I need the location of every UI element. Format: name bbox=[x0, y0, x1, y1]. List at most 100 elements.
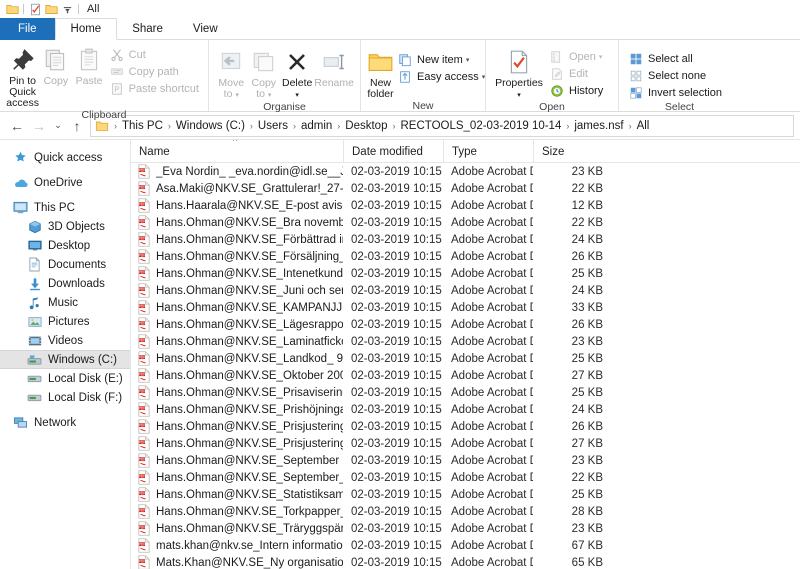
table-row[interactable]: PDF Hans.Ohman@NKV.SE_Bra november - t...… bbox=[131, 214, 800, 231]
sidebar-item-windows-c[interactable]: Windows (C:) bbox=[0, 350, 130, 369]
tab-file[interactable]: File bbox=[0, 18, 55, 40]
table-row[interactable]: PDF Hans.Ohman@NKV.SE_September 2005_... 0… bbox=[131, 452, 800, 469]
sidebar-item-onedrive[interactable]: OneDrive bbox=[0, 173, 130, 192]
sidebar-item-videos[interactable]: Videos bbox=[0, 331, 130, 350]
easy-access-button[interactable]: Easy access ▾ bbox=[394, 68, 488, 85]
breadcrumb-item-users[interactable]: Users bbox=[256, 120, 290, 132]
sidebar-item-quick-access[interactable]: Quick access bbox=[0, 148, 130, 167]
customize-dropdown-icon[interactable] bbox=[60, 2, 74, 16]
table-row[interactable]: PDF _Eva Nordin_ _eva.nordin@idl.se__JÄTT… bbox=[131, 163, 800, 180]
open-button[interactable]: Open ▾ bbox=[546, 48, 606, 65]
breadcrumb-item-rectools[interactable]: RECTOOLS_02-03-2019 10-14 bbox=[398, 120, 563, 132]
breadcrumb-item-all[interactable]: All bbox=[635, 120, 652, 132]
file-name-cell[interactable]: PDF Hans.Ohman@NKV.SE_September 2005_... bbox=[131, 453, 343, 468]
table-row[interactable]: PDF Hans.Ohman@NKV.SE_Statistiksamman... 0… bbox=[131, 486, 800, 503]
file-name-cell[interactable]: PDF Hans.Ohman@NKV.SE_Lägesrapport 28 ... bbox=[131, 317, 343, 332]
file-name-cell[interactable]: PDF Hans.Ohman@NKV.SE_September_30-9-... bbox=[131, 470, 343, 485]
breadcrumb-item-admin[interactable]: admin bbox=[299, 120, 334, 132]
sidebar-item-downloads[interactable]: Downloads bbox=[0, 274, 130, 293]
file-name-cell[interactable]: PDF Hans.Haarala@NKV.SE_E-post avisering_… bbox=[131, 198, 343, 213]
rename-button[interactable]: Rename bbox=[314, 45, 354, 89]
file-name-cell[interactable]: PDF Hans.Ohman@NKV.SE_Prisjustering Xero.… bbox=[131, 419, 343, 434]
file-name-cell[interactable]: PDF Hans.Ohman@NKV.SE_Försäljning_1-12-..… bbox=[131, 249, 343, 264]
select-all-button[interactable]: Select all bbox=[625, 50, 725, 67]
properties-button[interactable]: Properties ▾ bbox=[492, 45, 546, 101]
table-row[interactable]: PDF Hans.Ohman@NKV.SE_Torkpapper_15-1... 0… bbox=[131, 503, 800, 520]
file-name-cell[interactable]: PDF Hans.Ohman@NKV.SE_Prisavisering pap..… bbox=[131, 385, 343, 400]
file-name-cell[interactable]: PDF mats.khan@nkv.se_Intern information_7… bbox=[131, 538, 343, 553]
table-row[interactable]: PDF Mats.Khan@NKV.SE_Ny organisation_17-.… bbox=[131, 554, 800, 569]
file-name-cell[interactable]: PDF Hans.Ohman@NKV.SE_Laminatfickor_21... bbox=[131, 334, 343, 349]
table-row[interactable]: PDF Hans.Ohman@NKV.SE_Juni och senaste ..… bbox=[131, 282, 800, 299]
sidebar-item-documents[interactable]: Documents bbox=[0, 255, 130, 274]
sidebar-item-network[interactable]: Network bbox=[0, 413, 130, 432]
select-none-button[interactable]: Select none bbox=[625, 67, 725, 84]
breadcrumb-item-desktop[interactable]: Desktop bbox=[343, 120, 389, 132]
file-name-cell[interactable]: PDF Hans.Ohman@NKV.SE_Prisjusteringar pe.… bbox=[131, 436, 343, 451]
file-name-cell[interactable]: PDF Hans.Ohman@NKV.SE_Prishöjningar_6-4..… bbox=[131, 402, 343, 417]
table-row[interactable]: PDF Hans.Ohman@NKV.SE_Försäljning_1-12-..… bbox=[131, 248, 800, 265]
column-header-type[interactable]: Type bbox=[443, 140, 533, 163]
table-row[interactable]: PDF Hans.Haarala@NKV.SE_E-post avisering_… bbox=[131, 197, 800, 214]
tab-share[interactable]: Share bbox=[117, 18, 178, 40]
file-name-cell[interactable]: PDF Hans.Ohman@NKV.SE_Oktober 2005_4-1... bbox=[131, 368, 343, 383]
sidebar-item-desktop[interactable]: Desktop bbox=[0, 236, 130, 255]
table-row[interactable]: PDF Hans.Ohman@NKV.SE_September_30-9-... 0… bbox=[131, 469, 800, 486]
file-name-cell[interactable]: PDF Hans.Ohman@NKV.SE_Intenetkunder_14... bbox=[131, 266, 343, 281]
table-row[interactable]: PDF Hans.Ohman@NKV.SE_Prisavisering pap..… bbox=[131, 384, 800, 401]
sidebar-item-local-disk-e[interactable]: Local Disk (E:) bbox=[0, 369, 130, 388]
table-row[interactable]: PDF Asa.Maki@NKV.SE_Grattulerar!_27-9-200… bbox=[131, 180, 800, 197]
file-name-cell[interactable]: PDF Hans.Ohman@NKV.SE_Landkod_ 900 oc... bbox=[131, 351, 343, 366]
file-name-cell[interactable]: PDF Hans.Ohman@NKV.SE_KAMPANJJER SÄL... bbox=[131, 300, 343, 315]
table-row[interactable]: PDF Hans.Ohman@NKV.SE_Träryggspärmar_... 0… bbox=[131, 520, 800, 537]
table-row[interactable]: PDF Hans.Ohman@NKV.SE_KAMPANJJER SÄL... 02… bbox=[131, 299, 800, 316]
file-name-cell[interactable]: PDF Hans.Ohman@NKV.SE_Juni och senaste ..… bbox=[131, 283, 343, 298]
table-row[interactable]: PDF Hans.Ohman@NKV.SE_Prisjustering Xero.… bbox=[131, 418, 800, 435]
table-row[interactable]: PDF mats.khan@nkv.se_Intern information_7… bbox=[131, 537, 800, 554]
new-item-button[interactable]: New item ▾ bbox=[394, 51, 488, 68]
file-name-cell[interactable]: PDF _Eva Nordin_ _eva.nordin@idl.se__JÄTT… bbox=[131, 164, 343, 179]
sidebar-item-music[interactable]: Music bbox=[0, 293, 130, 312]
sidebar-item-this-pc[interactable]: This PC bbox=[0, 198, 130, 217]
delete-button[interactable]: Delete ▾ bbox=[280, 45, 314, 101]
pin-to-quick-access-button[interactable]: Pin to Quick access bbox=[6, 43, 39, 109]
table-row[interactable]: PDF Hans.Ohman@NKV.SE_Förbättrad infor...… bbox=[131, 231, 800, 248]
invert-selection-button[interactable]: Invert selection bbox=[625, 84, 725, 101]
table-row[interactable]: PDF Hans.Ohman@NKV.SE_Prisjusteringar pe.… bbox=[131, 435, 800, 452]
file-name-cell[interactable]: PDF Hans.Ohman@NKV.SE_Träryggspärmar_... bbox=[131, 521, 343, 536]
column-header-date-modified[interactable]: Date modified bbox=[343, 140, 443, 163]
file-name-cell[interactable]: PDF Hans.Ohman@NKV.SE_Statistiksamman... bbox=[131, 487, 343, 502]
table-row[interactable]: PDF Hans.Ohman@NKV.SE_Lägesrapport 28 ...… bbox=[131, 316, 800, 333]
table-row[interactable]: PDF Hans.Ohman@NKV.SE_Prishöjningar_6-4..… bbox=[131, 401, 800, 418]
new-folder-button[interactable]: New folder bbox=[367, 45, 394, 100]
file-name-cell[interactable]: PDF Hans.Ohman@NKV.SE_Bra november - t... bbox=[131, 215, 343, 230]
copy-to-button[interactable]: Copy to ▾ bbox=[248, 45, 281, 101]
history-button[interactable]: History bbox=[546, 82, 606, 99]
table-row[interactable]: PDF Hans.Ohman@NKV.SE_Intenetkunder_14...… bbox=[131, 265, 800, 282]
sidebar-item-local-disk-f[interactable]: Local Disk (F:) bbox=[0, 388, 130, 407]
sidebar-item-pictures[interactable]: Pictures bbox=[0, 312, 130, 331]
folder-icon[interactable] bbox=[5, 2, 19, 16]
copy-button[interactable]: Copy bbox=[39, 43, 72, 87]
copy-path-button[interactable]: Copy path bbox=[106, 63, 202, 80]
file-name-cell[interactable]: PDF Mats.Khan@NKV.SE_Ny organisation_17-.… bbox=[131, 555, 343, 569]
sidebar-item-3d-objects[interactable]: 3D Objects bbox=[0, 217, 130, 236]
properties-check-icon[interactable] bbox=[28, 2, 42, 16]
chevron-down-icon[interactable]: ▾ bbox=[466, 56, 470, 64]
edit-button[interactable]: Edit bbox=[546, 65, 606, 82]
table-row[interactable]: PDF Hans.Ohman@NKV.SE_Laminatfickor_21...… bbox=[131, 333, 800, 350]
table-row[interactable]: PDF Hans.Ohman@NKV.SE_Landkod_ 900 oc... 0… bbox=[131, 350, 800, 367]
cut-button[interactable]: Cut bbox=[106, 46, 202, 63]
move-to-button[interactable]: Move to ▾ bbox=[215, 45, 248, 101]
column-header-size[interactable]: Size bbox=[533, 140, 613, 163]
paste-button[interactable]: Paste bbox=[72, 43, 105, 87]
file-name-cell[interactable]: PDF Hans.Ohman@NKV.SE_Torkpapper_15-1... bbox=[131, 504, 343, 519]
file-name-cell[interactable]: PDF Asa.Maki@NKV.SE_Grattulerar!_27-9-200… bbox=[131, 181, 343, 196]
tab-view[interactable]: View bbox=[178, 18, 233, 40]
file-name-cell[interactable]: PDF Hans.Ohman@NKV.SE_Förbättrad infor... bbox=[131, 232, 343, 247]
paste-shortcut-button[interactable]: P Paste shortcut bbox=[106, 80, 202, 97]
table-row[interactable]: PDF Hans.Ohman@NKV.SE_Oktober 2005_4-1...… bbox=[131, 367, 800, 384]
breadcrumb-item-james-nsf[interactable]: james.nsf bbox=[572, 120, 625, 132]
column-header-name[interactable]: Name ^ bbox=[131, 140, 343, 163]
tab-home[interactable]: Home bbox=[54, 18, 118, 40]
